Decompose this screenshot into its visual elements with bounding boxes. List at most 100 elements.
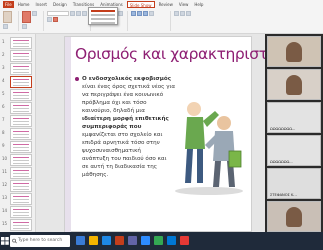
- tab-help[interactable]: Help: [192, 1, 205, 8]
- current-slide[interactable]: Ορισμός και χαρακτηριστικά Ο ενδοσχολικό…: [64, 36, 291, 233]
- bullying-illustration-icon: [175, 102, 243, 195]
- font-color-icon[interactable]: [53, 17, 58, 22]
- slide-number: 10: [2, 156, 8, 161]
- slide-thumbnail[interactable]: 1: [2, 37, 34, 49]
- slide-thumbnail[interactable]: 11: [2, 167, 34, 179]
- participant-video-tile[interactable]: ΩΩΩΩΩΩΩ...: [267, 135, 321, 166]
- participant-video-tile[interactable]: [267, 36, 321, 67]
- ribbon-dropdown-menu[interactable]: [88, 7, 118, 25]
- thumbnail-title-line: [13, 144, 29, 145]
- dropdown-item[interactable]: [91, 14, 115, 16]
- slide-title[interactable]: Ορισμός και χαρακτηριστικά: [75, 45, 291, 63]
- bullet-line: ψυχοσυναισθηματική: [82, 148, 141, 154]
- bullet-line: συμπεριφοράς που: [82, 124, 142, 130]
- file-explorer-icon[interactable]: [89, 236, 98, 245]
- participant-video-tile[interactable]: ΩΩΩΩΩΩΩΩ...: [267, 102, 321, 133]
- quick-styles-icon[interactable]: [143, 11, 148, 16]
- select-icon[interactable]: [186, 11, 191, 16]
- tab-slide-show[interactable]: Slide Show: [126, 1, 155, 8]
- task-view-icon[interactable]: [76, 236, 85, 245]
- slide-number: 4: [2, 78, 5, 83]
- bold-icon[interactable]: [76, 11, 81, 16]
- taskbar-search-input[interactable]: Type here to search: [10, 235, 70, 247]
- slide-thumbnail[interactable]: 7: [2, 115, 34, 127]
- slide-number: 15: [2, 221, 8, 226]
- teams-icon[interactable]: [128, 236, 137, 245]
- tab-view[interactable]: View: [177, 1, 191, 8]
- tab-home[interactable]: Home: [16, 1, 32, 8]
- reset-icon[interactable]: [22, 24, 27, 29]
- participant-video-tile[interactable]: [267, 69, 321, 100]
- slide-thumbnail-pane[interactable]: 1 2 3 4 5 6 7 8 9 10 11 12 13 14 15: [0, 34, 36, 232]
- slide-thumbnail-preview[interactable]: [10, 115, 32, 127]
- font-name-field[interactable]: [47, 11, 69, 16]
- replace-icon[interactable]: [180, 11, 185, 16]
- participant-avatar: [286, 42, 302, 62]
- slide-thumbnail[interactable]: 5: [2, 89, 34, 101]
- zoom-icon[interactable]: [141, 236, 150, 245]
- slide-number: 1: [2, 39, 5, 44]
- chrome-icon[interactable]: [154, 236, 163, 245]
- thumbnail-text-line: [13, 46, 29, 47]
- slide-thumbnail[interactable]: 3: [2, 63, 34, 75]
- find-icon[interactable]: [174, 11, 179, 16]
- slide-thumbnail-preview[interactable]: [10, 50, 32, 62]
- participant-video-tile[interactable]: [267, 201, 321, 232]
- slide-thumbnail[interactable]: 12: [2, 180, 34, 192]
- participant-video-tile[interactable]: ΣΤΕΦΑΝΟΣ Κ...: [267, 168, 321, 199]
- slide-thumbnail-preview[interactable]: [10, 89, 32, 101]
- slide-thumbnail[interactable]: 14: [2, 206, 34, 218]
- slide-thumbnail-preview[interactable]: [10, 167, 32, 179]
- slide-thumbnail-preview[interactable]: [10, 76, 32, 88]
- tab-insert[interactable]: Insert: [34, 1, 49, 8]
- shapes-icon[interactable]: [131, 11, 136, 16]
- slide-thumbnail[interactable]: 6: [2, 102, 34, 114]
- slide-thumbnail-preview[interactable]: [10, 128, 32, 140]
- word-icon[interactable]: [167, 236, 176, 245]
- slide-thumbnail-preview[interactable]: [10, 219, 32, 231]
- slide-thumbnail[interactable]: 9: [2, 141, 34, 153]
- slide-thumbnail-preview[interactable]: [10, 102, 32, 114]
- cut-icon[interactable]: [3, 24, 8, 29]
- underline-icon[interactable]: [47, 17, 52, 22]
- dropdown-item[interactable]: [91, 10, 115, 12]
- bullet-line: να περιγράψει ένα κοινωνικό: [82, 92, 164, 98]
- edge-browser-icon[interactable]: [102, 236, 111, 245]
- shape-fill-icon[interactable]: [149, 11, 154, 16]
- slide-thumbnail-preview[interactable]: [10, 154, 32, 166]
- slide-thumbnail-preview[interactable]: [10, 141, 32, 153]
- dropdown-item[interactable]: [91, 22, 115, 24]
- new-slide-icon[interactable]: [22, 11, 31, 23]
- thumbnail-text-line: [13, 111, 29, 112]
- tab-design[interactable]: Design: [51, 1, 69, 8]
- slide-thumbnail-preview[interactable]: [10, 206, 32, 218]
- slide-thumbnail[interactable]: 8: [2, 128, 34, 140]
- slide-thumbnail-preview[interactable]: [10, 37, 32, 49]
- thumbnail-text-line: [13, 124, 29, 125]
- slide-thumbnail[interactable]: 13: [2, 193, 34, 205]
- slide-thumbnail[interactable]: 10: [2, 154, 34, 166]
- windows-start-icon[interactable]: [1, 236, 9, 246]
- pdf-reader-icon[interactable]: [180, 236, 189, 245]
- slide-thumbnail[interactable]: 2: [2, 50, 34, 62]
- slide-thumbnail[interactable]: 4: [2, 76, 34, 88]
- italic-icon[interactable]: [82, 11, 87, 16]
- arrange-icon[interactable]: [137, 11, 142, 16]
- thumbnail-text-line: [13, 95, 29, 96]
- tab-review[interactable]: Review: [157, 1, 175, 8]
- thumbnail-text-line: [13, 85, 29, 86]
- slide-number: 2: [2, 52, 5, 57]
- slide-thumbnail-preview[interactable]: [10, 63, 32, 75]
- tab-file[interactable]: File: [3, 1, 14, 8]
- slide-thumbnail[interactable]: 15: [2, 219, 34, 231]
- powerpoint-icon[interactable]: [115, 236, 124, 245]
- paste-icon[interactable]: [3, 11, 12, 23]
- slide-thumbnail-preview[interactable]: [10, 193, 32, 205]
- font-size-icon[interactable]: [70, 11, 75, 16]
- slide-thumbnail-preview[interactable]: [10, 180, 32, 192]
- thumbnail-text-line: [13, 189, 29, 190]
- layout-icon[interactable]: [32, 11, 37, 16]
- taskbar: Type here to search: [0, 232, 323, 250]
- align-right-icon[interactable]: [118, 11, 123, 16]
- dropdown-item[interactable]: [91, 18, 115, 20]
